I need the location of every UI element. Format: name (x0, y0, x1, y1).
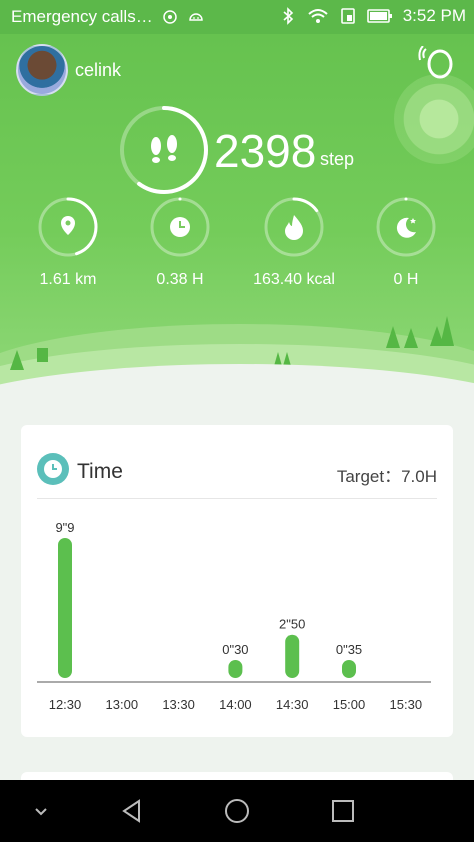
bar-label: 2"50 (279, 617, 305, 632)
tree-decoration (440, 316, 454, 346)
card-title: Time (77, 460, 123, 483)
target-value: Target：7.0H (336, 467, 437, 486)
bar-15:00 (342, 660, 356, 678)
stat-value: 1.61 km (39, 271, 97, 288)
flame-icon (285, 215, 303, 240)
x-tick-label: 14:00 (219, 697, 252, 712)
stat-progress-ring (150, 197, 210, 257)
stat-progress-ring (264, 197, 324, 257)
tree-decoration (404, 328, 418, 348)
sun-decoration (394, 74, 474, 164)
stat-progress-ring (38, 197, 98, 257)
bar-label: 0"30 (222, 642, 248, 657)
x-tick-label: 15:00 (333, 697, 366, 712)
bar-14:30 (285, 634, 300, 678)
steps-progress-ring (120, 106, 208, 194)
avatar[interactable] (16, 44, 68, 96)
tree-decoration (386, 326, 400, 348)
username: celink (75, 60, 122, 80)
home-icon[interactable] (224, 798, 250, 824)
stat-3: 0 H (356, 196, 456, 289)
status-notification-text: Emergency calls… (11, 7, 153, 26)
bar-label: 0"35 (336, 642, 362, 657)
stat-1: 0.38 H (130, 196, 230, 289)
divider (37, 498, 437, 499)
steps-count: 2398 (214, 125, 317, 177)
x-tick-label: 12:30 (49, 697, 82, 712)
clock-icon (37, 453, 69, 485)
recents-icon[interactable] (330, 798, 356, 824)
back-icon[interactable] (119, 798, 145, 824)
house-decoration (37, 348, 48, 362)
clock-icon (170, 217, 190, 237)
wifi-icon (308, 9, 328, 23)
stat-value: 163.40 kcal (253, 271, 335, 288)
x-tick-label: 13:00 (106, 697, 139, 712)
band-device-icon[interactable] (418, 46, 456, 80)
navigation-bar (0, 780, 474, 842)
moon-icon (396, 217, 416, 238)
battery-icon (366, 9, 392, 23)
bluetooth-icon (283, 7, 293, 25)
stat-progress-ring (376, 197, 436, 257)
sim-icon (340, 8, 355, 24)
stat-0: 1.61 km (18, 196, 118, 289)
status-bar: Emergency calls… 3:52 PM (0, 0, 474, 34)
steps-unit: step (320, 149, 355, 169)
bar-label: 9"9 (55, 520, 74, 535)
status-time: 3:52 PM (402, 6, 466, 25)
time-bar-chart: 9"9 12:30 13:00 13:30 0"30 14:00 2"50 14:30 0"35… (37, 520, 431, 712)
location-pin-icon (61, 216, 75, 235)
settings-icon (162, 10, 177, 24)
bar-12:30 (58, 538, 72, 678)
stat-2: 163.40 kcal (244, 196, 344, 289)
bar-14:00 (228, 660, 243, 678)
time-card[interactable]: Time Target：7.0H 9"9 12:30 13:00 13:30 0"30 1… (21, 425, 453, 737)
x-tick-label: 14:30 (276, 697, 309, 712)
x-tick-label: 13:30 (162, 697, 195, 712)
stat-value: 0.38 H (156, 271, 204, 288)
footprints-icon (151, 135, 177, 163)
android-icon (188, 13, 203, 21)
x-tick-label: 15:30 (390, 697, 423, 712)
tree-decoration (10, 350, 24, 370)
stat-value: 0 H (393, 271, 419, 288)
chevron-down-icon[interactable] (28, 798, 54, 824)
